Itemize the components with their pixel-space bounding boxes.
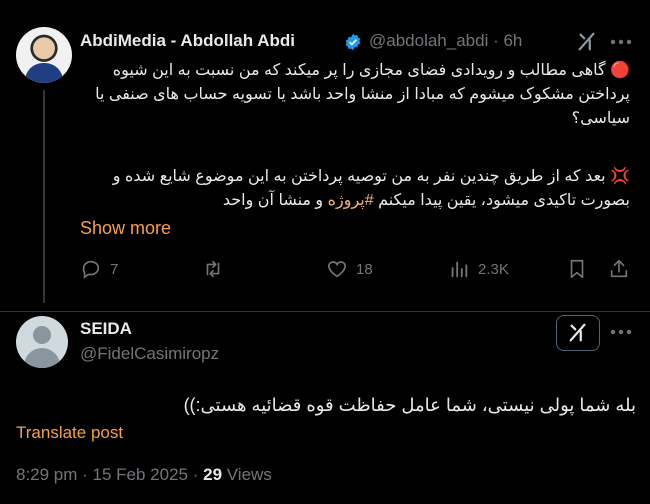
more-icon[interactable] <box>608 37 634 47</box>
like-button[interactable]: 18 <box>326 258 373 280</box>
tweet-text-para2: 💢 بعد که از طریق چندین نفر به من توصیه پ… <box>80 165 630 213</box>
divider <box>0 311 650 312</box>
like-icon <box>327 261 347 278</box>
thread-line <box>43 90 45 303</box>
reply-text: بله شما پولی نیستی، شما عامل حفاظت قوه ق… <box>183 395 636 415</box>
tweet-text-para2-after: و منشا آن واحد <box>222 192 328 209</box>
retweet-icon <box>206 260 220 278</box>
reply-icon <box>82 260 100 279</box>
author-handle-time[interactable]: @abdolah_abdi · 6h <box>369 31 522 51</box>
reply-button[interactable]: 7 <box>80 258 118 280</box>
grok-icon[interactable] <box>576 31 598 53</box>
tweet-text-para1: 🔴 گاهی مطالب و رویدادی فضای مجازی را پر … <box>95 62 630 127</box>
post-meta: 8:29 pm · 15 Feb 2025 · 29 Views <box>16 465 272 485</box>
verified-badge-icon <box>345 33 361 51</box>
views-icon <box>451 261 468 278</box>
views-number: 29 <box>203 465 223 484</box>
grok-button[interactable] <box>556 315 600 351</box>
reply-count: 7 <box>110 260 119 278</box>
timestamp[interactable]: 8:29 pm · 15 Feb 2025 · <box>16 465 203 484</box>
translate-post-link[interactable]: Translate post <box>16 423 123 443</box>
views-count: 2.3K <box>478 260 509 278</box>
author-avatar[interactable] <box>16 27 72 83</box>
retweet-button[interactable] <box>202 258 232 280</box>
tweet-actions: 7 18 2.3K <box>80 258 632 288</box>
share-icon <box>610 259 628 278</box>
bookmark-icon <box>570 259 584 279</box>
like-count: 18 <box>356 260 373 278</box>
reply-author-handle[interactable]: @FidelCasimiropz <box>80 344 219 364</box>
views-label: Views <box>222 465 272 484</box>
reply-author-avatar[interactable] <box>16 316 68 368</box>
grok-icon <box>569 323 586 342</box>
reply-author-name[interactable]: SEIDA <box>80 319 132 339</box>
author-name[interactable]: AbdiMedia - Abdollah Abdi <box>80 31 295 51</box>
bookmark-button[interactable] <box>566 258 588 280</box>
show-more-link[interactable]: Show more <box>80 218 171 239</box>
hashtag-link[interactable]: #پروژه <box>328 192 374 209</box>
views-button[interactable]: 2.3K <box>448 258 509 280</box>
more-icon[interactable] <box>608 327 634 337</box>
share-button[interactable] <box>608 258 630 280</box>
